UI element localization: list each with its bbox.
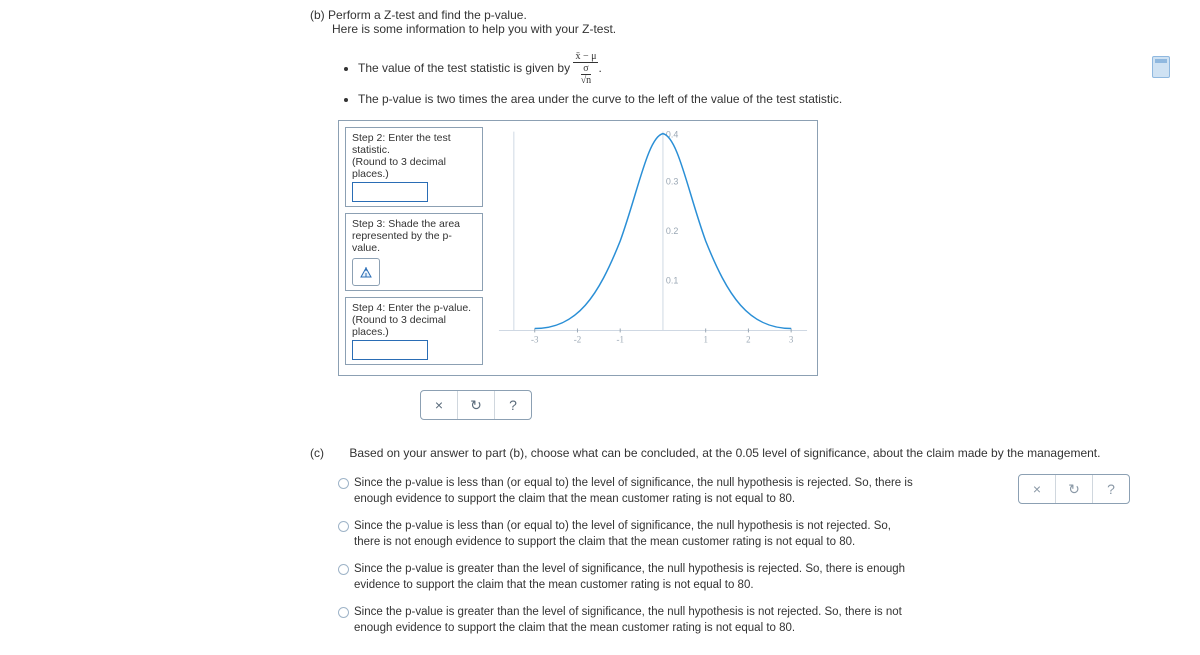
- x-tick: -3: [531, 334, 539, 344]
- close-icon: ×: [1033, 481, 1041, 497]
- part-c: (c) Based on your answer to part (b), ch…: [310, 446, 1130, 646]
- formula-denominator: σ √n: [573, 63, 598, 86]
- x-tick: -1: [616, 334, 623, 344]
- chart-toolbar: × ↻ ?: [420, 390, 532, 420]
- formula-sqrtn: √n: [581, 75, 592, 86]
- calculator-icon[interactable]: [1152, 56, 1170, 78]
- p-value-input[interactable]: [352, 340, 428, 360]
- close-button-2[interactable]: ×: [1019, 475, 1055, 503]
- x-tick: 2: [746, 334, 750, 344]
- step4-sub: (Round to 3 decimal places.): [352, 314, 476, 338]
- option-2-text: Since the p-value is less than (or equal…: [354, 520, 891, 548]
- normal-curve-chart: -3 -2 -1 1 2 3 0.1 0.2 0.3 0.4: [489, 121, 817, 361]
- shade-icon: [359, 265, 373, 279]
- bullet2-text: The p-value is two times the area under …: [358, 92, 842, 106]
- option-3[interactable]: Since the p-value is greater than the le…: [338, 560, 914, 603]
- step2-title: Step 2: Enter the test statistic.: [352, 132, 476, 156]
- part-b-header: (b) Perform a Z-test and find the p-valu…: [310, 8, 1200, 36]
- reset-button[interactable]: ↻: [457, 391, 494, 419]
- test-statistic-input[interactable]: [352, 182, 428, 202]
- part-c-intro: Based on your answer to part (b), choose…: [349, 446, 1100, 460]
- part-c-label: (c): [310, 446, 324, 460]
- conclusion-toolbar: × ↻ ?: [1018, 474, 1130, 504]
- y-tick: 0.1: [666, 276, 678, 286]
- work-area: Step 2: Enter the test statistic. (Round…: [338, 120, 818, 376]
- step-3-box: Step 3: Shade the area represented by th…: [345, 213, 483, 291]
- step4-title: Step 4: Enter the p-value.: [352, 302, 476, 314]
- bullet1-text: The value of the test statistic is given…: [358, 61, 573, 75]
- option-1[interactable]: Since the p-value is less than (or equal…: [338, 474, 914, 517]
- formula-numerator: x̄ − μ: [573, 52, 598, 63]
- step2-sub: (Round to 3 decimal places.): [352, 156, 476, 180]
- help-button[interactable]: ?: [494, 391, 531, 419]
- bullet-test-statistic: The value of the test statistic is given…: [358, 52, 1200, 86]
- part-b-title-1: Perform a Z-test and find the p-value.: [328, 8, 527, 22]
- y-tick: 0.4: [666, 130, 678, 140]
- steps-column: Step 2: Enter the test statistic. (Round…: [339, 121, 489, 375]
- y-tick: 0.3: [666, 176, 678, 186]
- option-4-text: Since the p-value is greater than the le…: [354, 606, 902, 634]
- part-b-label: (b): [310, 8, 325, 22]
- bullet-pvalue: The p-value is two times the area under …: [358, 92, 1200, 106]
- close-button[interactable]: ×: [421, 391, 457, 419]
- part-b-title-2: Here is some information to help you wit…: [332, 22, 1200, 36]
- help-icon: ?: [1107, 481, 1115, 497]
- y-tick: 0.2: [666, 226, 678, 236]
- shade-button[interactable]: [352, 258, 380, 286]
- option-2[interactable]: Since the p-value is less than (or equal…: [338, 517, 914, 560]
- formula-sigma: σ: [581, 64, 592, 75]
- help-icon: ?: [509, 397, 517, 413]
- x-tick: 1: [703, 334, 707, 344]
- option-3-text: Since the p-value is greater than the le…: [354, 563, 905, 591]
- option-1-text: Since the p-value is less than (or equal…: [354, 477, 913, 505]
- step-2-box: Step 2: Enter the test statistic. (Round…: [345, 127, 483, 207]
- option-4[interactable]: Since the p-value is greater than the le…: [338, 603, 914, 646]
- reset-icon: ↻: [1068, 481, 1080, 498]
- x-tick: -2: [574, 334, 581, 344]
- conclusion-options: Since the p-value is less than (or equal…: [338, 474, 1130, 646]
- help-button-2[interactable]: ?: [1092, 475, 1129, 503]
- chart-area[interactable]: -3 -2 -1 1 2 3 0.1 0.2 0.3 0.4: [489, 121, 817, 375]
- close-icon: ×: [435, 397, 443, 413]
- x-tick: 3: [789, 334, 794, 344]
- info-list: The value of the test statistic is given…: [358, 52, 1200, 106]
- step-4-box: Step 4: Enter the p-value. (Round to 3 d…: [345, 297, 483, 365]
- formula-icon: x̄ − μ σ √n: [573, 52, 598, 86]
- step3-title: Step 3: Shade the area represented by th…: [352, 218, 476, 254]
- reset-button-2[interactable]: ↻: [1055, 475, 1092, 503]
- reset-icon: ↻: [470, 397, 482, 414]
